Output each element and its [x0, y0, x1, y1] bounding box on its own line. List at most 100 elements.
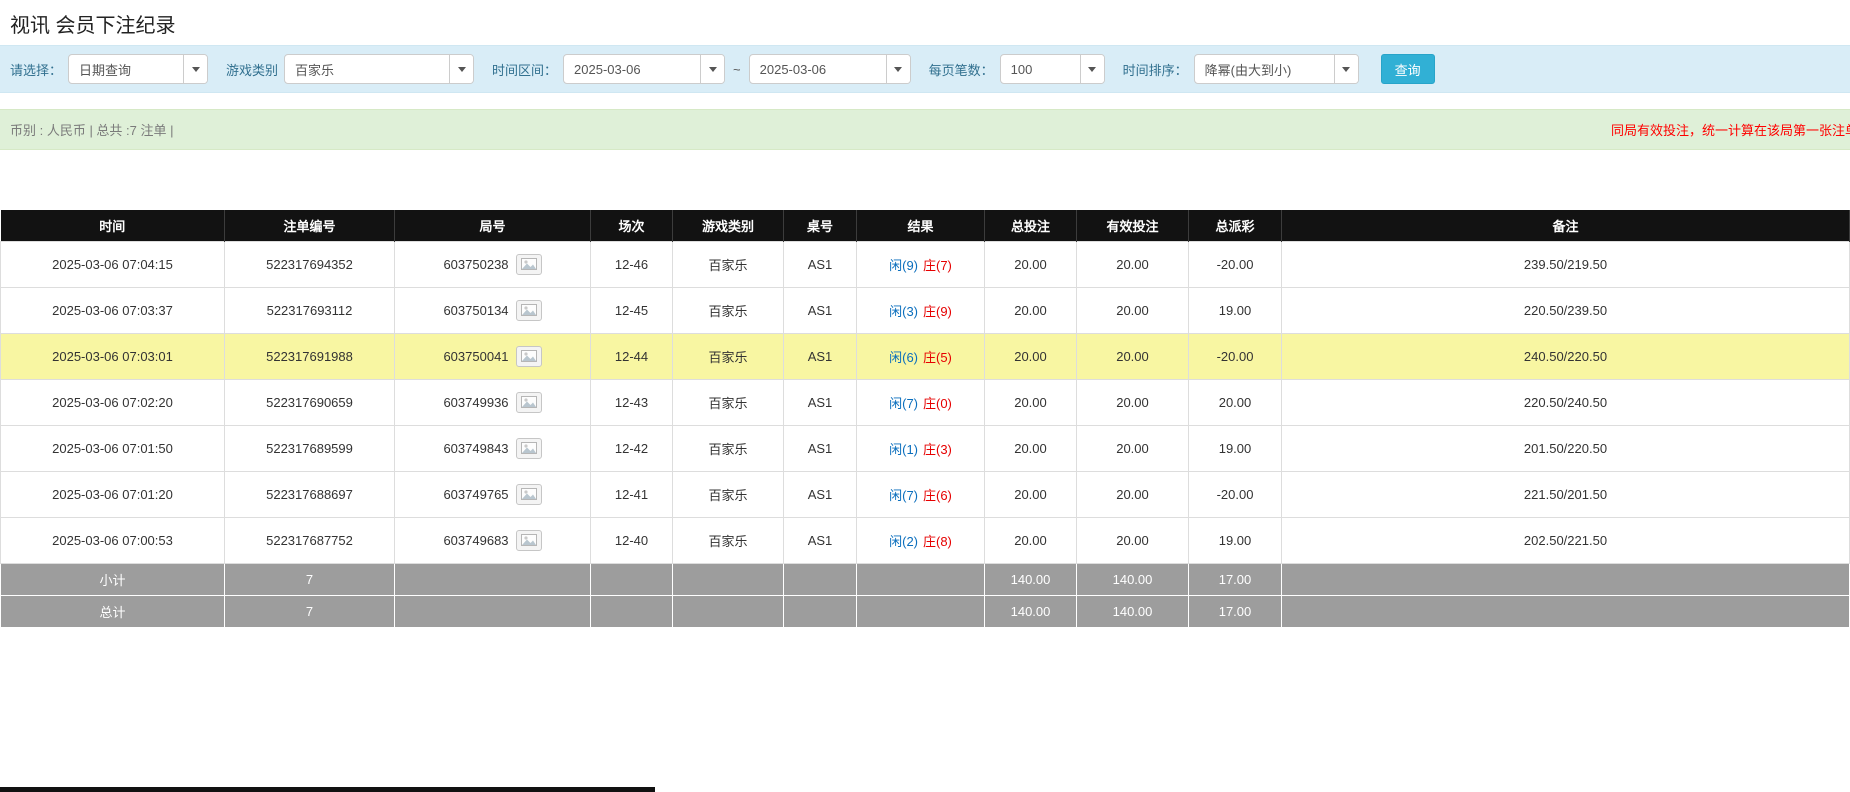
cell-table-no: AS1: [784, 241, 857, 287]
result-banker: 庄(5): [923, 350, 952, 365]
cell-time: 2025-03-06 07:04:15: [1, 241, 225, 287]
cell-game-type: 百家乐: [673, 379, 784, 425]
cell-round: 603749683: [395, 517, 591, 563]
chevron-down-icon[interactable]: [1334, 55, 1358, 83]
cell-total-bet[interactable]: 20.00: [985, 241, 1077, 287]
date-to-select[interactable]: 2025-03-06: [749, 54, 911, 84]
total-row-round: [395, 595, 591, 627]
cell-valid-bet: 20.00: [1077, 471, 1189, 517]
cell-session: 12-40: [591, 517, 673, 563]
cell-payout: -20.00: [1189, 333, 1282, 379]
chevron-down-icon[interactable]: [700, 55, 724, 83]
cell-round: 603749936: [395, 379, 591, 425]
cell-note: 220.50/240.50: [1282, 379, 1850, 425]
subtotal-row-time: 小计: [1, 563, 225, 595]
round-number: 603749683: [443, 533, 508, 548]
cell-bet-id: 522317694352: [225, 241, 395, 287]
column-header-game-type: 游戏类别: [673, 210, 784, 241]
game-type-select[interactable]: 百家乐: [284, 54, 474, 84]
round-replay-icon[interactable]: [516, 346, 542, 367]
cell-round: 603750238: [395, 241, 591, 287]
chevron-down-icon[interactable]: [1080, 55, 1104, 83]
cell-session: 12-43: [591, 379, 673, 425]
date-from-select[interactable]: 2025-03-06: [563, 54, 725, 84]
round-replay-icon[interactable]: [516, 392, 542, 413]
notice-text: 同局有效投注，统一计算在该局第一张注单: [1611, 120, 1850, 139]
cell-result: 闲(2)庄(8): [857, 517, 985, 563]
game-type-label: 游戏类别: [226, 60, 278, 79]
subtotal-row-result: [857, 563, 985, 595]
cell-time: 2025-03-06 07:01:50: [1, 425, 225, 471]
sort-order-label: 时间排序：: [1123, 60, 1188, 79]
cell-total-bet[interactable]: 20.00: [985, 517, 1077, 563]
total-row: 总计7140.00140.0017.00: [1, 595, 1850, 627]
cell-note: 220.50/239.50: [1282, 287, 1850, 333]
cell-result: 闲(7)庄(6): [857, 471, 985, 517]
caret-glyph: [709, 67, 717, 72]
caret-glyph: [1088, 67, 1096, 72]
column-header-total-bet: 总投注: [985, 210, 1077, 241]
total-row-time: 总计: [1, 595, 225, 627]
cell-game-type: 百家乐: [673, 425, 784, 471]
caret-glyph: [894, 67, 902, 72]
cell-result: 闲(3)庄(9): [857, 287, 985, 333]
subtotal-row-round: [395, 563, 591, 595]
subtotal-row-valid-bet: 140.00: [1077, 563, 1189, 595]
partial-next-section: [0, 787, 655, 792]
result-banker: 庄(7): [923, 258, 952, 273]
cell-time: 2025-03-06 07:00:53: [1, 517, 225, 563]
filter-bar: 请选择： 日期查询 游戏类别 百家乐 时间区间： 2025-03-06 ~ 20…: [0, 45, 1850, 93]
cell-round: 603749765: [395, 471, 591, 517]
date-from-value: 2025-03-06: [564, 62, 700, 77]
cell-session: 12-45: [591, 287, 673, 333]
cell-bet-id: 522317687752: [225, 517, 395, 563]
cell-total-bet[interactable]: 20.00: [985, 287, 1077, 333]
cell-time: 2025-03-06 07:03:37: [1, 287, 225, 333]
cell-game-type: 百家乐: [673, 471, 784, 517]
cell-note: 201.50/220.50: [1282, 425, 1850, 471]
bet-records-table: 时间注单编号局号场次游戏类别桌号结果总投注有效投注总派彩备注 2025-03-0…: [0, 210, 1850, 628]
query-type-select[interactable]: 日期查询: [68, 54, 208, 84]
round-replay-icon[interactable]: [516, 254, 542, 275]
total-row-table-no: [784, 595, 857, 627]
cell-time: 2025-03-06 07:01:20: [1, 471, 225, 517]
query-type-value: 日期查询: [69, 60, 183, 79]
subtotal-row-bet-id: 7: [225, 563, 395, 595]
chevron-down-icon[interactable]: [449, 55, 473, 83]
round-number: 603750041: [443, 349, 508, 364]
chevron-down-icon[interactable]: [183, 55, 207, 83]
round-replay-icon[interactable]: [516, 438, 542, 459]
cell-note: 202.50/221.50: [1282, 517, 1850, 563]
cell-total-bet[interactable]: 20.00: [985, 379, 1077, 425]
sort-order-select[interactable]: 降幂(由大到小): [1194, 54, 1359, 84]
cell-table-no: AS1: [784, 517, 857, 563]
round-replay-icon[interactable]: [516, 530, 542, 551]
cell-total-bet[interactable]: 20.00: [985, 425, 1077, 471]
table-row: 2025-03-06 07:01:20522317688697603749765…: [1, 471, 1850, 517]
table-row: 2025-03-06 07:02:20522317690659603749936…: [1, 379, 1850, 425]
column-header-table-no: 桌号: [784, 210, 857, 241]
total-row-result: [857, 595, 985, 627]
column-header-payout: 总派彩: [1189, 210, 1282, 241]
round-replay-icon[interactable]: [516, 484, 542, 505]
cell-session: 12-44: [591, 333, 673, 379]
search-button[interactable]: 查询: [1381, 54, 1435, 84]
chevron-down-icon[interactable]: [886, 55, 910, 83]
cell-game-type: 百家乐: [673, 241, 784, 287]
column-header-round: 局号: [395, 210, 591, 241]
cell-valid-bet: 20.00: [1077, 333, 1189, 379]
cell-total-bet[interactable]: 20.00: [985, 471, 1077, 517]
cell-payout: 19.00: [1189, 287, 1282, 333]
cell-total-bet[interactable]: 20.00: [985, 333, 1077, 379]
column-header-time: 时间: [1, 210, 225, 241]
total-row-payout: 17.00: [1189, 595, 1282, 627]
total-row-game-type: [673, 595, 784, 627]
page-size-select[interactable]: 100: [1000, 54, 1105, 84]
cell-round: 603750041: [395, 333, 591, 379]
round-number: 603749936: [443, 395, 508, 410]
round-replay-icon[interactable]: [516, 300, 542, 321]
result-banker: 庄(3): [923, 442, 952, 457]
date-to-value: 2025-03-06: [750, 62, 886, 77]
table-row: 2025-03-06 07:01:50522317689599603749843…: [1, 425, 1850, 471]
table-row: 2025-03-06 07:00:53522317687752 603749683…: [1, 517, 1850, 563]
